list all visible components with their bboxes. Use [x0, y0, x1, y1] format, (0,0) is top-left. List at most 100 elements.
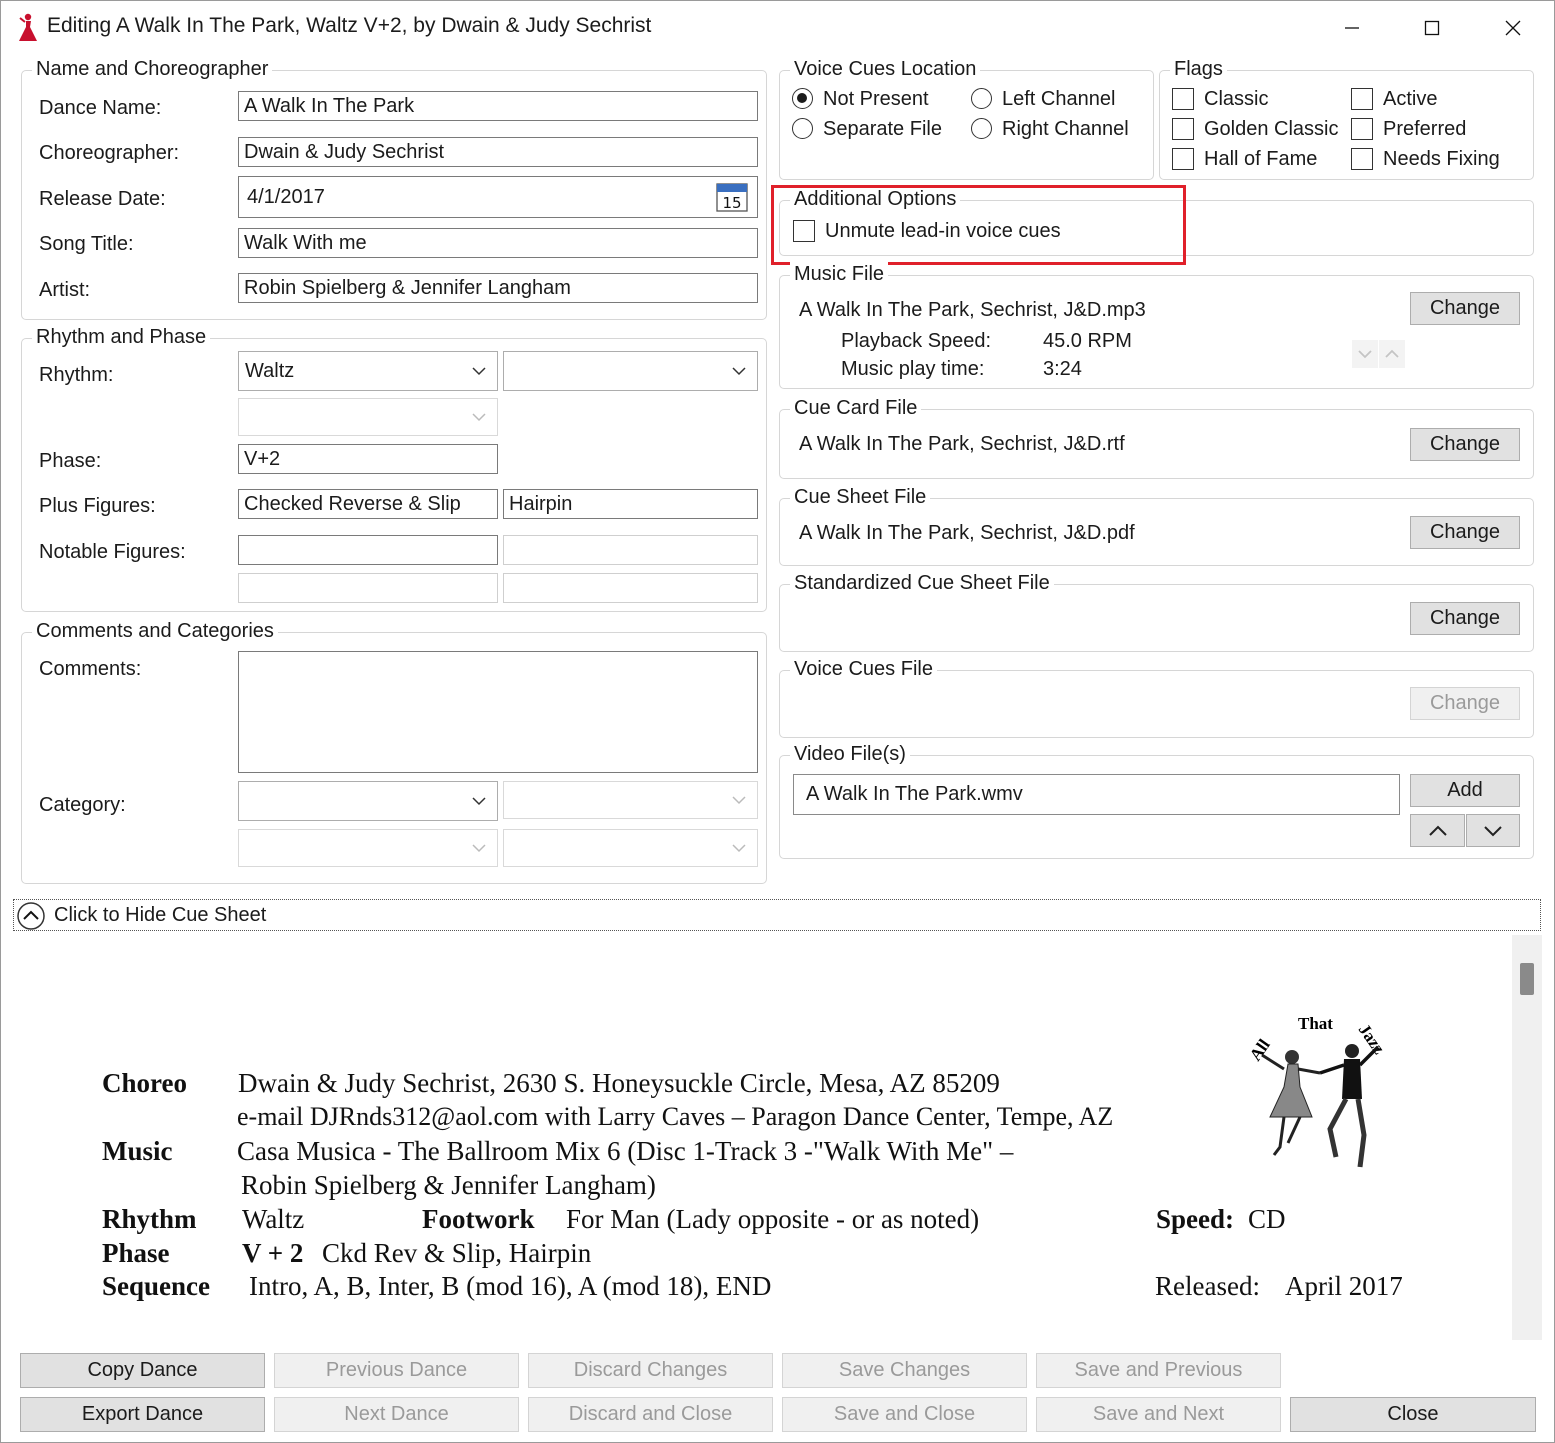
speed-up-button[interactable] [1379, 340, 1405, 368]
cue-sheet-file-name: A Walk In The Park, Sechrist, J&D.pdf [799, 522, 1135, 544]
choreographer-field[interactable]: Dwain & Judy Sechrist [238, 137, 758, 167]
checkbox-needs-fixing-label[interactable]: Needs Fixing [1383, 146, 1500, 172]
window-title: Editing A Walk In The Park, Waltz V+2, b… [47, 14, 652, 37]
notable-figures-label: Notable Figures: [39, 541, 186, 563]
plus-figure-1-field[interactable]: Checked Reverse & Slip [238, 489, 498, 519]
radio-separate-file[interactable] [792, 118, 813, 139]
playback-speed-label: Playback Speed: [841, 330, 992, 352]
checkbox-hall-of-fame-label[interactable]: Hall of Fame [1204, 146, 1317, 172]
rhythm-value: Waltz [245, 360, 295, 382]
checkbox-needs-fixing[interactable] [1351, 148, 1373, 170]
chevron-down-icon [472, 797, 486, 806]
cue-sequence-value: Intro, A, B, Inter, B (mod 16), A (mod 1… [249, 1271, 772, 1301]
cue-music-line2: Robin Spielberg & Jennifer Langham) [241, 1170, 656, 1200]
release-date-picker[interactable]: 4/1/2017 15 [238, 176, 758, 218]
phase-field[interactable]: V+2 [238, 444, 498, 474]
radio-left-channel[interactable] [971, 88, 992, 109]
notable-figure-2-field [503, 535, 758, 565]
radio-not-present[interactable] [792, 88, 813, 109]
checkbox-active[interactable] [1351, 88, 1373, 110]
chevron-up-icon [1428, 825, 1447, 836]
video-add-button[interactable]: Add [1410, 774, 1520, 807]
svg-text:15: 15 [722, 194, 741, 212]
chevron-down-icon [1484, 826, 1502, 837]
checkbox-preferred[interactable] [1351, 118, 1373, 140]
svg-text:That: That [1298, 1014, 1333, 1033]
radio-separate-file-label[interactable]: Separate File [823, 116, 942, 142]
maximize-button[interactable] [1392, 0, 1472, 56]
radio-not-present-label[interactable]: Not Present [823, 86, 929, 112]
plus-figure-2-field[interactable]: Hairpin [503, 489, 758, 519]
cue-phase-level: V + 2 [242, 1238, 304, 1268]
cue-sheet-scrollbar[interactable] [1512, 935, 1542, 1340]
comments-textarea[interactable] [238, 651, 758, 773]
radio-right-channel-label[interactable]: Right Channel [1002, 116, 1129, 142]
save-and-previous-button: Save and Previous [1036, 1353, 1281, 1388]
music-file-name: A Walk In The Park, Sechrist, J&D.mp3 [799, 299, 1146, 321]
music-file-change-button[interactable]: Change [1410, 292, 1520, 325]
notable-figure-3-field [238, 573, 498, 603]
copy-dance-button[interactable]: Copy Dance [20, 1353, 265, 1388]
cue-rhythm-value: Waltz [242, 1204, 305, 1234]
calendar-icon[interactable]: 15 [715, 181, 749, 213]
cue-choreo-line1: Dwain & Judy Sechrist, 2630 S. Honeysuck… [238, 1068, 1000, 1098]
checkbox-classic[interactable] [1172, 88, 1194, 110]
group-title: Standardized Cue Sheet File [790, 570, 1054, 596]
group-title: Flags [1170, 56, 1227, 82]
cue-card-change-button[interactable]: Change [1410, 428, 1520, 461]
checkbox-golden-classic[interactable] [1172, 118, 1194, 140]
speed-down-button[interactable] [1352, 340, 1378, 368]
group-title: Rhythm and Phase [32, 324, 211, 350]
checkbox-golden-classic-label[interactable]: Golden Classic [1204, 116, 1339, 142]
phase-label: Phase: [39, 450, 102, 472]
rhythm-secondary-select[interactable] [503, 351, 758, 391]
cue-music-key: Music [102, 1136, 173, 1166]
close-icon [1505, 20, 1521, 36]
radio-right-channel[interactable] [971, 118, 992, 139]
artist-label: Artist: [39, 279, 91, 301]
checkbox-active-label[interactable]: Active [1383, 86, 1437, 112]
checkbox-classic-label[interactable]: Classic [1204, 86, 1268, 112]
title-bar: Editing A Walk In The Park, Waltz V+2, b… [0, 0, 1555, 56]
all-that-jazz-logo: All That Jazz [1246, 1014, 1389, 1168]
close-window-button[interactable] [1473, 0, 1553, 56]
cue-sheet-preview: All That Jazz Choreo Dwain & Judy Sechri… [2, 935, 1542, 1340]
minimize-icon [1345, 27, 1359, 29]
music-play-time-value: 3:24 [1043, 358, 1082, 380]
minimize-button[interactable] [1312, 0, 1392, 56]
plus-figures-label: Plus Figures: [39, 495, 156, 517]
cue-speed-key: Speed: [1156, 1204, 1235, 1234]
radio-left-channel-label[interactable]: Left Channel [1002, 86, 1115, 112]
dance-name-field[interactable]: A Walk In The Park [238, 91, 758, 121]
export-dance-button[interactable]: Export Dance [20, 1397, 265, 1432]
artist-field[interactable]: Robin Spielberg & Jennifer Langham [238, 273, 758, 303]
song-title-field[interactable]: Walk With me [238, 228, 758, 258]
playback-speed-value: 45.0 RPM [1043, 330, 1132, 352]
notable-figure-4-field [503, 573, 758, 603]
video-move-down-button[interactable] [1466, 814, 1520, 847]
cue-released-value: April 2017 [1285, 1271, 1403, 1301]
choreographer-label: Choreographer: [39, 142, 180, 164]
category-1-select[interactable] [238, 781, 498, 821]
save-changes-button: Save Changes [782, 1353, 1027, 1388]
rhythm-select[interactable]: Waltz [238, 351, 498, 391]
song-title-label: Song Title: [39, 233, 134, 255]
standardized-cue-sheet-change-button[interactable]: Change [1410, 602, 1520, 635]
video-move-up-button[interactable] [1410, 814, 1465, 847]
discard-and-close-button: Discard and Close [528, 1397, 773, 1432]
checkbox-hall-of-fame[interactable] [1172, 148, 1194, 170]
category-2-select [503, 781, 758, 819]
chevron-down-icon [472, 413, 486, 422]
collapse-up-icon [17, 902, 45, 930]
hide-cue-sheet-toggle[interactable]: Click to Hide Cue Sheet [13, 899, 1541, 931]
close-button[interactable]: Close [1290, 1397, 1536, 1432]
chevron-down-icon [1358, 350, 1372, 359]
notable-figure-1-field[interactable] [238, 535, 498, 565]
checkbox-preferred-label[interactable]: Preferred [1383, 116, 1466, 142]
scrollbar-thumb[interactable] [1520, 963, 1534, 995]
highlight-box [771, 185, 1186, 265]
cue-sheet-change-button[interactable]: Change [1410, 516, 1520, 549]
group-title: Video File(s) [790, 741, 910, 767]
cue-phase-key: Phase [102, 1238, 170, 1268]
video-files-list[interactable]: A Walk In The Park.wmv [793, 774, 1400, 815]
